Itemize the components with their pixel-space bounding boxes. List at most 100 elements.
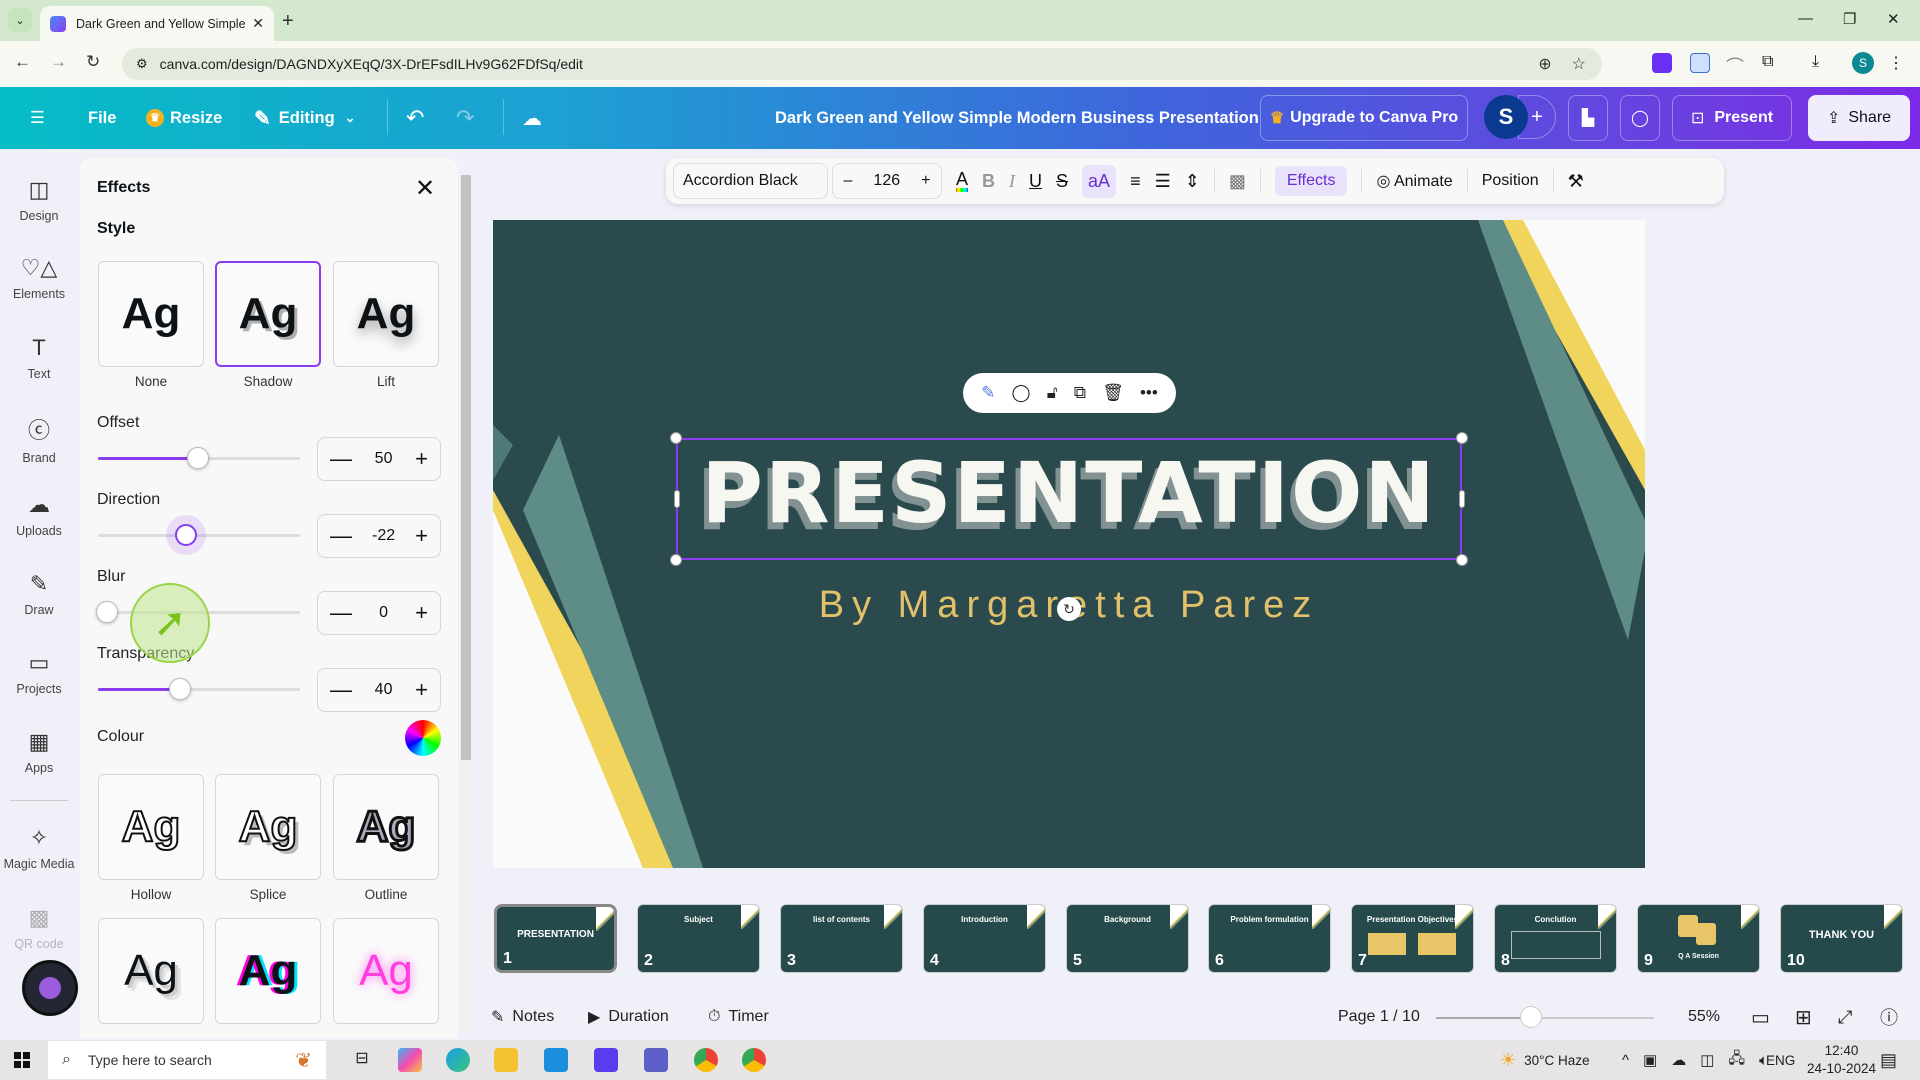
underline-button[interactable]: U [1029,171,1042,192]
align-center-icon[interactable]: ≡ [1130,171,1141,192]
panel-scrollbar[interactable] [460,175,472,1030]
transparency-value[interactable]: 40 [375,681,393,699]
reload-button[interactable]: ↻ [86,52,100,72]
style-lift-card[interactable]: Ag [333,261,439,367]
page-thumbnail[interactable]: Background 5 [1066,904,1189,973]
cloud-saved-icon[interactable]: ☁ [522,87,542,149]
style-outline-card[interactable]: Ag [333,774,439,880]
transparency-slider-handle[interactable] [169,678,191,700]
text-color-button[interactable]: A [956,170,969,192]
chrome-icon[interactable] [694,1048,718,1072]
resize-handle[interactable] [670,554,682,566]
main-menu-button[interactable]: ☰ [30,87,45,149]
spacing-icon[interactable]: ⇕ [1185,171,1200,192]
teams-icon[interactable] [644,1048,668,1072]
italic-button[interactable]: I [1009,171,1015,192]
strikethrough-button[interactable]: S [1056,171,1068,192]
increment-button[interactable]: + [415,677,428,703]
animate-button[interactable]: ◎ Animate [1376,171,1452,191]
chrome-icon[interactable] [742,1048,766,1072]
help-icon[interactable]: ⓘ [1880,1000,1898,1034]
teams-tray-icon[interactable]: ▣ [1643,1051,1657,1069]
rail-item-elements[interactable]: ♡△ Elements [0,255,78,301]
style-hollow-card[interactable]: Ag [98,774,204,880]
close-window-button[interactable]: ✕ [1887,10,1900,28]
browser-menu-icon[interactable]: ⋮ [1888,53,1908,73]
present-button[interactable]: ⊡ Present [1672,95,1792,141]
rail-item-design[interactable]: ◫ Design [0,177,78,223]
style-shadow-card[interactable]: Ag [215,261,321,367]
transparency-stepper[interactable]: — 40 + [317,668,441,712]
paint-roller-icon[interactable]: ⚒ [1568,171,1584,192]
transparency-slider[interactable] [98,688,300,691]
timer-button[interactable]: ⏱ Timer [708,1000,769,1034]
page-thumbnail[interactable]: Subject 2 [637,904,760,973]
zoom-page-icon[interactable]: ⊕ [1538,54,1551,74]
back-button[interactable]: ← [14,52,31,72]
clock[interactable]: 12:40 24-10-2024 [1807,1040,1876,1080]
close-panel-button[interactable]: ✕ [415,174,435,203]
list-icon[interactable]: ☰ [1155,171,1171,192]
page-thumbnail[interactable]: THANK YOU 10 [1780,904,1903,973]
page-thumbnail[interactable]: Problem formulation 6 [1208,904,1331,973]
resize-handle[interactable] [1456,554,1468,566]
network-icon[interactable]: 🖧︎ [1728,1048,1745,1073]
offset-value[interactable]: 50 [375,450,393,468]
notification-center-icon[interactable]: ▤ [1880,1040,1897,1080]
side-resize-handle[interactable] [674,490,680,508]
page-thumbnail[interactable]: Conclution 8 [1494,904,1617,973]
rail-item-brand[interactable]: ⓒ Brand [0,413,78,465]
scrollbar-thumb[interactable] [461,175,471,760]
close-tab-icon[interactable]: ✕ [252,15,264,32]
offset-stepper[interactable]: — 50 + [317,437,441,481]
page-thumbnail[interactable]: Presentation Objectives 7 [1351,904,1474,973]
decrement-button[interactable]: — [330,446,352,472]
page-thumbnail[interactable]: Q A Session 9 [1637,904,1760,973]
style-echo-card[interactable]: Ag [98,918,204,1024]
file-menu-button[interactable]: File [88,87,116,149]
rotate-handle-icon[interactable]: ↻ [1057,597,1081,621]
comments-button[interactable]: ◯ [1620,95,1660,141]
extensions-puzzle-icon[interactable]: ⧉ [1762,53,1782,73]
app-icon[interactable] [594,1048,618,1072]
blur-value[interactable]: 0 [379,604,388,622]
file-explorer-icon[interactable] [494,1048,518,1072]
browser-tab[interactable]: Dark Green and Yellow Simple M ✕ [40,6,274,41]
decrement-button[interactable]: — [330,523,352,549]
decrement-button[interactable]: — [330,600,352,626]
undo-button[interactable]: ↶ [406,87,424,149]
bold-button[interactable]: B [982,171,995,192]
side-resize-handle[interactable] [1459,490,1465,508]
style-neon-card[interactable]: Ag [333,918,439,1024]
language-indicator[interactable]: ENG [1766,1040,1795,1080]
more-options-icon[interactable]: ••• [1140,383,1158,403]
notes-button[interactable]: ✎ Notes [491,1000,554,1034]
downloads-icon[interactable]: ⤓ [1812,53,1832,73]
rail-item-projects[interactable]: ▭ Projects [0,650,78,696]
extension-icon[interactable] [1652,53,1672,73]
edge-icon[interactable] [446,1048,470,1072]
grid-view-icon[interactable]: ⊞ [1795,1000,1812,1034]
upgrade-button[interactable]: ♛ Upgrade to Canva Pro [1260,95,1468,141]
extension-icon[interactable]: ⌒ [1726,53,1746,77]
share-button[interactable]: ⇪ Share [1808,95,1910,141]
tab-search-button[interactable]: ⌄ [8,8,32,32]
increase-size-button[interactable]: + [921,172,930,190]
decrement-button[interactable]: — [330,677,352,703]
direction-stepper[interactable]: — -22 + [317,514,441,558]
insights-button[interactable]: ▙ [1568,95,1608,141]
zoom-slider[interactable] [1436,1017,1654,1019]
resize-handle[interactable] [1456,432,1468,444]
page-thumbnail[interactable]: Introduction 4 [923,904,1046,973]
tray-expand-icon[interactable]: ^ [1622,1052,1629,1069]
increment-button[interactable]: + [415,523,428,549]
document-title[interactable]: Dark Green and Yellow Simple Modern Busi… [775,87,1259,149]
forward-button[interactable]: → [50,52,67,72]
delete-icon[interactable]: 🗑︎ [1102,383,1124,403]
rail-item-apps[interactable]: ▦ Apps [0,729,78,775]
user-avatar[interactable]: S [1484,95,1528,139]
restore-button[interactable]: ❐ [1843,10,1856,28]
blur-stepper[interactable]: — 0 + [317,591,441,635]
resize-handle[interactable] [670,432,682,444]
camera-icon[interactable]: ◫ [1700,1051,1714,1069]
